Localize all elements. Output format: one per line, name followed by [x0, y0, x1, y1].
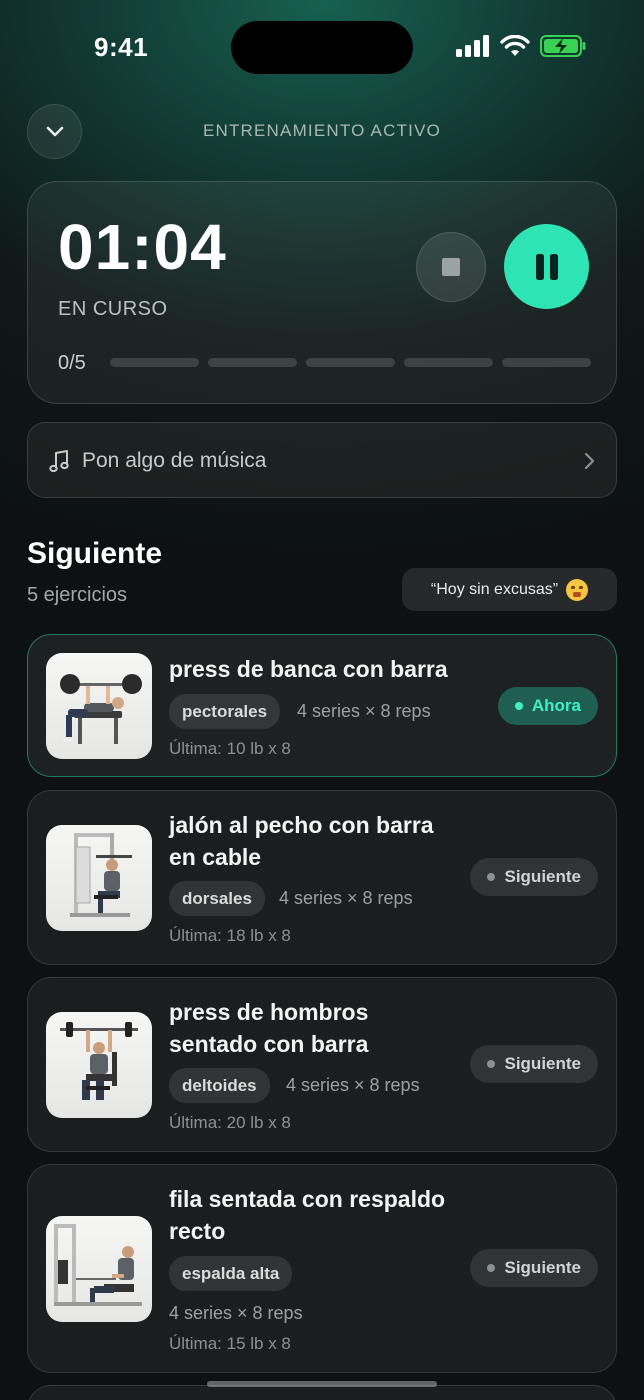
progress-bar [110, 358, 591, 367]
section-title: Siguiente [27, 537, 163, 570]
exercise-sets: 4 series × 8 reps [279, 888, 413, 908]
status-time: 9:41 [94, 32, 149, 62]
exercise-card[interactable]: fila sentada con respaldo recto espalda … [27, 1164, 617, 1373]
last-performance: Última: 18 lb x 8 [169, 926, 291, 945]
status-dot [487, 1060, 496, 1068]
home-indicator[interactable] [207, 1381, 437, 1387]
elapsed-time: 01:04 [58, 211, 227, 283]
motto-text: “Hoy sin excusas” [430, 580, 559, 598]
signal-icon [456, 35, 489, 57]
motto-badge: “Hoy sin excusas” [402, 568, 617, 611]
seated-row-illustration [54, 1224, 142, 1306]
last-performance: Última: 20 lb x 8 [169, 1113, 291, 1132]
progress-segment [208, 358, 297, 367]
dynamic-island [231, 21, 413, 74]
progress-segment [306, 358, 395, 367]
status-dot [514, 702, 523, 710]
pause-button[interactable] [504, 224, 589, 309]
last-performance: Última: 15 lb x 8 [169, 1334, 291, 1353]
status-label: Ahora [531, 696, 581, 715]
music-label: Pon algo de música [82, 449, 267, 472]
exercise-name: fila sentada con respaldo recto [169, 1186, 446, 1244]
exercise-sets: 4 series × 8 reps [286, 1075, 420, 1095]
bench-press-illustration [60, 674, 142, 744]
shoulder-press-illustration [60, 1022, 138, 1100]
status-label: Siguiente [504, 1258, 581, 1277]
status-badge: Siguiente [470, 858, 598, 896]
status-badge: Ahora [497, 687, 598, 725]
status-dot [487, 1264, 496, 1272]
exercise-sets: 4 series × 8 reps [169, 1303, 303, 1323]
status-icons [456, 35, 586, 57]
music-button[interactable]: Pon algo de música [27, 422, 617, 498]
exercise-card[interactable]: press de banca con barra pectorales 4 se… [27, 634, 617, 777]
progress-count: 0/5 [58, 352, 86, 374]
timer-card: 01:04 EN CURSO 0/5 [27, 181, 617, 404]
muscle-tag: deltoides [169, 1068, 270, 1103]
pause-icon [535, 253, 558, 280]
chevron-right-icon [584, 452, 595, 470]
battery-charging-icon [540, 35, 586, 57]
progress-segment [110, 358, 199, 367]
stop-button[interactable] [416, 232, 486, 302]
status-badge: Siguiente [470, 1045, 598, 1083]
steaming-face-emoji-icon [566, 578, 589, 601]
exercise-sets: 4 series × 8 reps [297, 701, 431, 721]
stop-icon [442, 258, 460, 276]
page-title: ENTRENAMIENTO ACTIVO [202, 121, 442, 140]
exercise-name: press de banca con barra [169, 656, 448, 682]
workout-status: EN CURSO [58, 298, 168, 320]
status-label: Siguiente [504, 1054, 581, 1073]
status-label: Siguiente [504, 867, 581, 886]
muscle-tag: dorsales [169, 881, 265, 916]
exercise-card[interactable]: jalón al pecho con barra en cable dorsal… [27, 790, 617, 965]
exercise-thumbnail [46, 1012, 152, 1118]
last-performance: Última: 10 lb x 8 [169, 739, 291, 758]
wifi-icon [500, 35, 530, 56]
exercise-thumbnail [46, 1216, 152, 1322]
muscle-tag: espalda alta [169, 1256, 293, 1291]
exercise-name: jalón al pecho con barra en cable [169, 812, 434, 870]
status-bar: 9:41 [0, 0, 644, 96]
exercise-count: 5 ejercicios [27, 584, 128, 606]
exercise-card-peek[interactable] [27, 1385, 617, 1400]
progress-segment [404, 358, 493, 367]
progress-segment [502, 358, 591, 367]
status-badge: Siguiente [470, 1249, 598, 1287]
music-note-icon [49, 450, 69, 473]
status-dot [487, 873, 496, 881]
exercise-card[interactable]: press de hombros sentado con barra delto… [27, 977, 617, 1152]
exercise-thumbnail [46, 653, 152, 759]
lat-pulldown-illustration [70, 833, 132, 917]
exercise-thumbnail [46, 825, 152, 931]
muscle-tag: pectorales [169, 694, 281, 729]
exercise-name: press de hombros sentado con barra [169, 999, 369, 1057]
